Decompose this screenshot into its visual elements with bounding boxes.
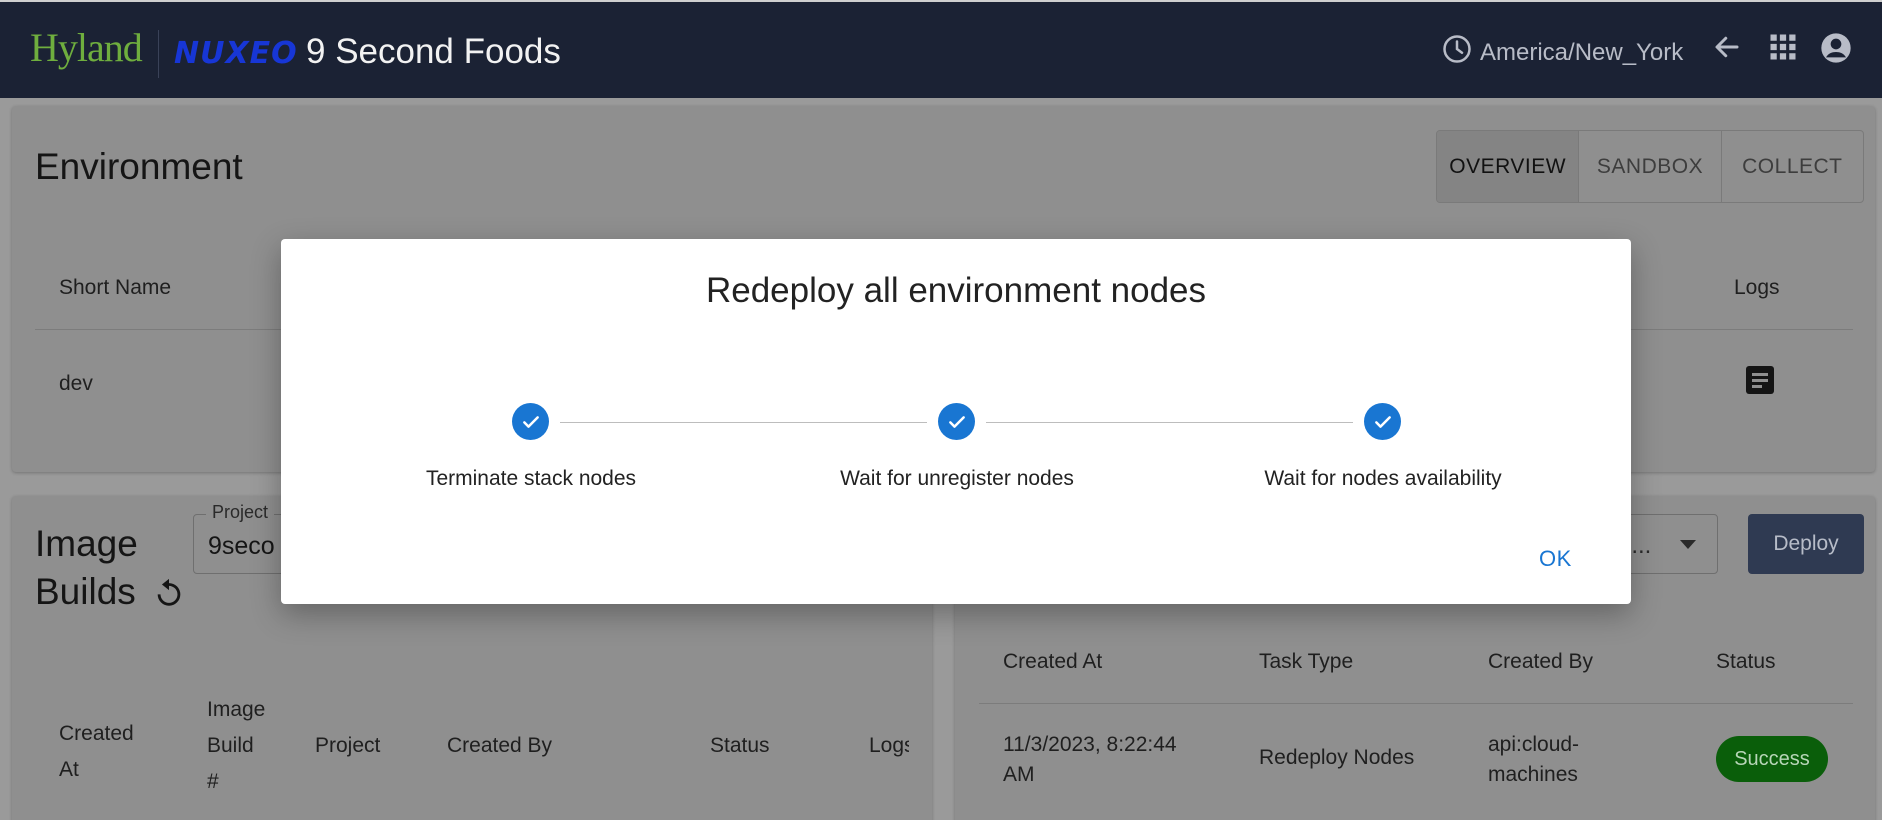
step-complete-check-icon — [1364, 403, 1401, 440]
column-header-task-type: Task Type — [1259, 650, 1354, 673]
table-divider — [979, 703, 1853, 704]
ok-button[interactable]: OK — [1539, 546, 1572, 572]
step-label-availability: Wait for nodes availability — [1264, 467, 1502, 490]
timezone-label: America/New_York — [1480, 38, 1684, 66]
column-header-created-at: Created At — [59, 722, 134, 781]
column-header-created-by: Created By — [447, 734, 553, 757]
step-complete-check-icon — [512, 403, 549, 440]
refresh-icon[interactable] — [152, 576, 186, 615]
column-header-status: Status — [710, 734, 770, 757]
deploy-button[interactable]: Deploy — [1748, 514, 1864, 574]
tab-overview[interactable]: OVERVIEW — [1437, 131, 1580, 202]
dialog-title: Redeploy all environment nodes — [705, 271, 1207, 310]
column-header-image-build: Image Build # — [207, 698, 266, 793]
env-short-name-cell: dev — [59, 372, 93, 395]
logo-divider — [158, 30, 159, 78]
column-header-project: Project — [315, 734, 381, 757]
top-app-bar: Hyland NUXEO 9 Second Foods America/New_… — [0, 0, 1882, 98]
nuxeo-logo: NUXEO — [174, 36, 298, 71]
tab-sandbox[interactable]: SANDBOX — [1579, 131, 1722, 202]
step-label-terminate: Terminate stack nodes — [425, 467, 637, 490]
tab-collect[interactable]: COLLECT — [1722, 131, 1863, 202]
column-header-status: Status — [1716, 650, 1776, 673]
step-complete-check-icon — [938, 403, 975, 440]
apps-grid-icon[interactable] — [1768, 32, 1798, 67]
logs-document-icon[interactable] — [1746, 366, 1774, 394]
step-label-unregister: Wait for unregister nodes — [840, 467, 1074, 490]
project-select-label: Project — [206, 502, 275, 523]
column-header-logs: Logs — [1734, 276, 1780, 299]
app-title: 9 Second Foods — [306, 32, 561, 71]
task-created-at-cell: 11/3/2023, 8:22:44 AM — [1003, 733, 1177, 786]
hyland-logo: Hyland — [30, 25, 143, 70]
environment-title: Environment — [35, 146, 243, 187]
redeploy-dialog: Redeploy all environment nodes Terminate… — [281, 239, 1631, 604]
status-badge: Success — [1716, 736, 1828, 782]
clock-icon — [1442, 34, 1472, 71]
image-builds-title: Image Builds — [35, 523, 138, 612]
project-select-value: 9seco — [208, 532, 275, 560]
column-header-created-by: Created By — [1488, 650, 1594, 673]
column-header-created-at: Created At — [1003, 650, 1103, 673]
column-header-short-name: Short Name — [59, 276, 172, 299]
task-created-by-cell: api:cloud-machines — [1488, 733, 1580, 786]
column-header-logs: Logs — [869, 734, 909, 757]
environment-tabs: OVERVIEW SANDBOX COLLECT — [1436, 130, 1864, 203]
task-type-cell: Redeploy Nodes — [1259, 746, 1415, 769]
timezone-indicator[interactable]: America/New_York — [1442, 34, 1683, 71]
dropdown-caret-icon — [1680, 540, 1696, 549]
stepper-connector — [986, 422, 1353, 423]
stepper-connector — [560, 422, 927, 423]
account-icon[interactable] — [1820, 32, 1852, 69]
back-arrow-icon[interactable] — [1712, 32, 1742, 67]
